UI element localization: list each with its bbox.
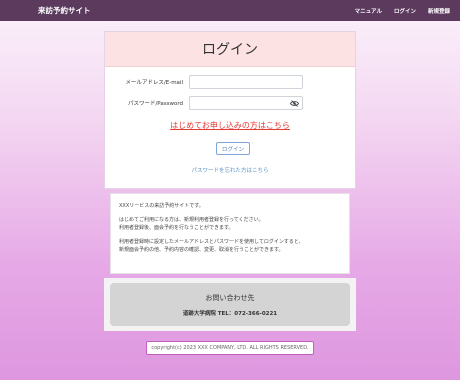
info-line: はじめてご利用になる方は、新規利用者登録を行ってください。: [119, 217, 264, 223]
eye-slash-icon[interactable]: [289, 98, 300, 108]
contact-title: お問い合わせ先: [205, 293, 255, 302]
email-field[interactable]: [189, 75, 303, 89]
contact-phone: 道跡大学病院 TEL：072-366-0221: [182, 310, 278, 317]
nav-link-register[interactable]: 新規登録: [428, 7, 450, 15]
login-button[interactable]: ログイン: [216, 142, 250, 155]
nav-link-login[interactable]: ログイン: [394, 7, 416, 15]
email-label: メールアドレス/E-mail: [125, 80, 183, 86]
email-row: メールアドレス/E-mail: [105, 75, 355, 89]
info-line: 利用者登録時に設定したメールアドレスとパスワードを使用してログインすると、: [119, 239, 304, 245]
password-row: パスワード/Password: [105, 96, 355, 110]
signup-link[interactable]: はじめてお申し込みの方はこちら: [105, 120, 355, 131]
nav-link-manual[interactable]: マニュアル: [355, 7, 382, 15]
info-line: 新規面会予約の他、予約内容の確認、変更、取消を行うことができます。: [119, 247, 284, 253]
contact-box: お問い合わせ先 道跡大学病院 TEL：072-366-0221: [110, 283, 350, 326]
nav-links: マニュアル ログイン 新規登録: [355, 7, 450, 15]
login-card-header: ログイン: [105, 32, 355, 67]
footer-copyright: copyright(c) 2023 XXX COMPANY, LTD. ALL …: [146, 341, 314, 355]
password-field[interactable]: [189, 96, 303, 110]
page-title: ログイン: [202, 42, 258, 58]
top-navbar: 来訪予約サイト マニュアル ログイン 新規登録: [0, 0, 460, 21]
site-brand[interactable]: 来訪予約サイト: [38, 5, 91, 16]
password-label: パスワード/Password: [127, 101, 183, 107]
login-card: ログイン メールアドレス/E-mail パスワード/Password はじめてお…: [104, 31, 356, 189]
info-line: XXXリービスの来訪予約サイトです。: [119, 203, 204, 209]
forgot-password-link[interactable]: パスワードを忘れた方はこちら: [105, 166, 355, 174]
info-panel: XXXリービスの来訪予約サイトです。 はじめてご利用になる方は、新規利用者登録を…: [110, 193, 350, 274]
info-line: 利用者登録後、面会予約を行なうことができます。: [119, 225, 234, 231]
contact-section: お問い合わせ先 道跡大学病院 TEL：072-366-0221: [104, 278, 356, 331]
